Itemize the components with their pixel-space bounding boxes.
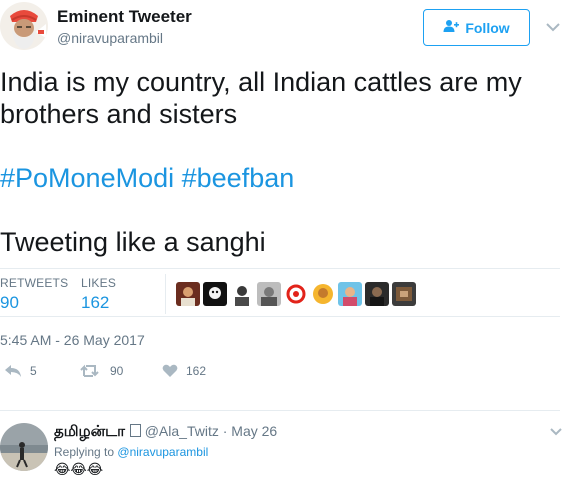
add-user-icon bbox=[443, 19, 460, 36]
author-avatar-image bbox=[0, 2, 48, 50]
retweet-icon bbox=[80, 364, 99, 377]
tweet-line-2: brothers and sisters bbox=[0, 99, 238, 129]
likes-stat[interactable]: LIKES 162 bbox=[81, 276, 116, 313]
retweet-action[interactable]: 90 bbox=[80, 364, 123, 378]
tweet-timestamp[interactable]: 5:45 AM - 26 May 2017 bbox=[0, 332, 145, 348]
reply-header: தமிழன்டா @Ala_Twitz · May 26 bbox=[54, 422, 277, 441]
tweet-line-1: India is my country, all Indian cattles … bbox=[0, 67, 522, 97]
liker-avatar[interactable] bbox=[392, 282, 416, 306]
tweet-hashtags: #PoMoneModi #beefban bbox=[0, 162, 560, 194]
chevron-down-icon bbox=[546, 22, 560, 31]
divider bbox=[0, 268, 560, 269]
reply-author-name[interactable]: தமிழன்டா bbox=[54, 423, 125, 440]
liker-avatar[interactable] bbox=[203, 282, 227, 306]
retweets-value: 90 bbox=[0, 293, 19, 312]
reply-author-avatar[interactable] bbox=[0, 423, 48, 471]
likers-avatar-list bbox=[176, 282, 416, 306]
liker-avatar[interactable] bbox=[176, 282, 200, 306]
follow-button[interactable]: Follow bbox=[423, 9, 530, 46]
replying-to-mention[interactable]: @niravuparambil bbox=[117, 445, 208, 459]
liker-avatar[interactable] bbox=[338, 282, 362, 306]
retweets-label: RETWEETS bbox=[0, 276, 69, 290]
reply-icon bbox=[5, 365, 21, 377]
hashtag-link[interactable]: #beefban bbox=[182, 163, 295, 193]
tweet-page: Eminent Tweeter @niravuparambil Follow I… bbox=[0, 0, 576, 478]
reply-author-handle[interactable]: @Ala_Twitz bbox=[145, 423, 219, 439]
liker-avatar[interactable] bbox=[257, 282, 281, 306]
reply-name-icon bbox=[129, 424, 141, 437]
reply-count: 5 bbox=[30, 364, 37, 378]
author-avatar[interactable] bbox=[0, 2, 48, 50]
reply-more-options[interactable] bbox=[546, 424, 566, 440]
divider bbox=[0, 316, 560, 317]
follow-button-label: Follow bbox=[465, 19, 510, 36]
replying-to: Replying to @niravuparambil bbox=[54, 445, 208, 459]
retweets-stat[interactable]: RETWEETS 90 bbox=[0, 276, 68, 313]
author-name[interactable]: Eminent Tweeter bbox=[57, 7, 192, 27]
divider bbox=[0, 410, 560, 411]
reply-text: 😂😂😂 bbox=[54, 461, 104, 477]
replying-to-prefix: Replying to bbox=[54, 445, 115, 459]
reply-action[interactable]: 5 bbox=[4, 364, 37, 378]
likes-label: LIKES bbox=[81, 276, 117, 290]
like-action[interactable]: 162 bbox=[162, 364, 206, 378]
reply-separator: · bbox=[222, 423, 228, 439]
tweet-closing-line: Tweeting like a sanghi bbox=[0, 227, 266, 257]
hashtag-link[interactable]: #PoMoneModi bbox=[0, 163, 174, 193]
heart-icon bbox=[162, 364, 178, 377]
reply-date[interactable]: May 26 bbox=[231, 423, 277, 439]
more-options-caret[interactable] bbox=[542, 18, 564, 36]
liker-avatar[interactable] bbox=[284, 282, 308, 306]
reply-avatar-image bbox=[0, 423, 48, 471]
retweet-count: 90 bbox=[110, 364, 124, 378]
like-count: 162 bbox=[186, 364, 207, 378]
likes-value: 162 bbox=[81, 293, 110, 312]
stats-separator bbox=[165, 274, 166, 314]
liker-avatar[interactable] bbox=[365, 282, 389, 306]
chevron-down-icon bbox=[550, 428, 562, 436]
author-info: Eminent Tweeter @niravuparambil bbox=[57, 7, 192, 47]
tweet-text: India is my country, all Indian cattles … bbox=[0, 66, 560, 258]
liker-avatar[interactable] bbox=[311, 282, 335, 306]
author-handle[interactable]: @niravuparambil bbox=[57, 29, 192, 47]
liker-avatar[interactable] bbox=[230, 282, 254, 306]
